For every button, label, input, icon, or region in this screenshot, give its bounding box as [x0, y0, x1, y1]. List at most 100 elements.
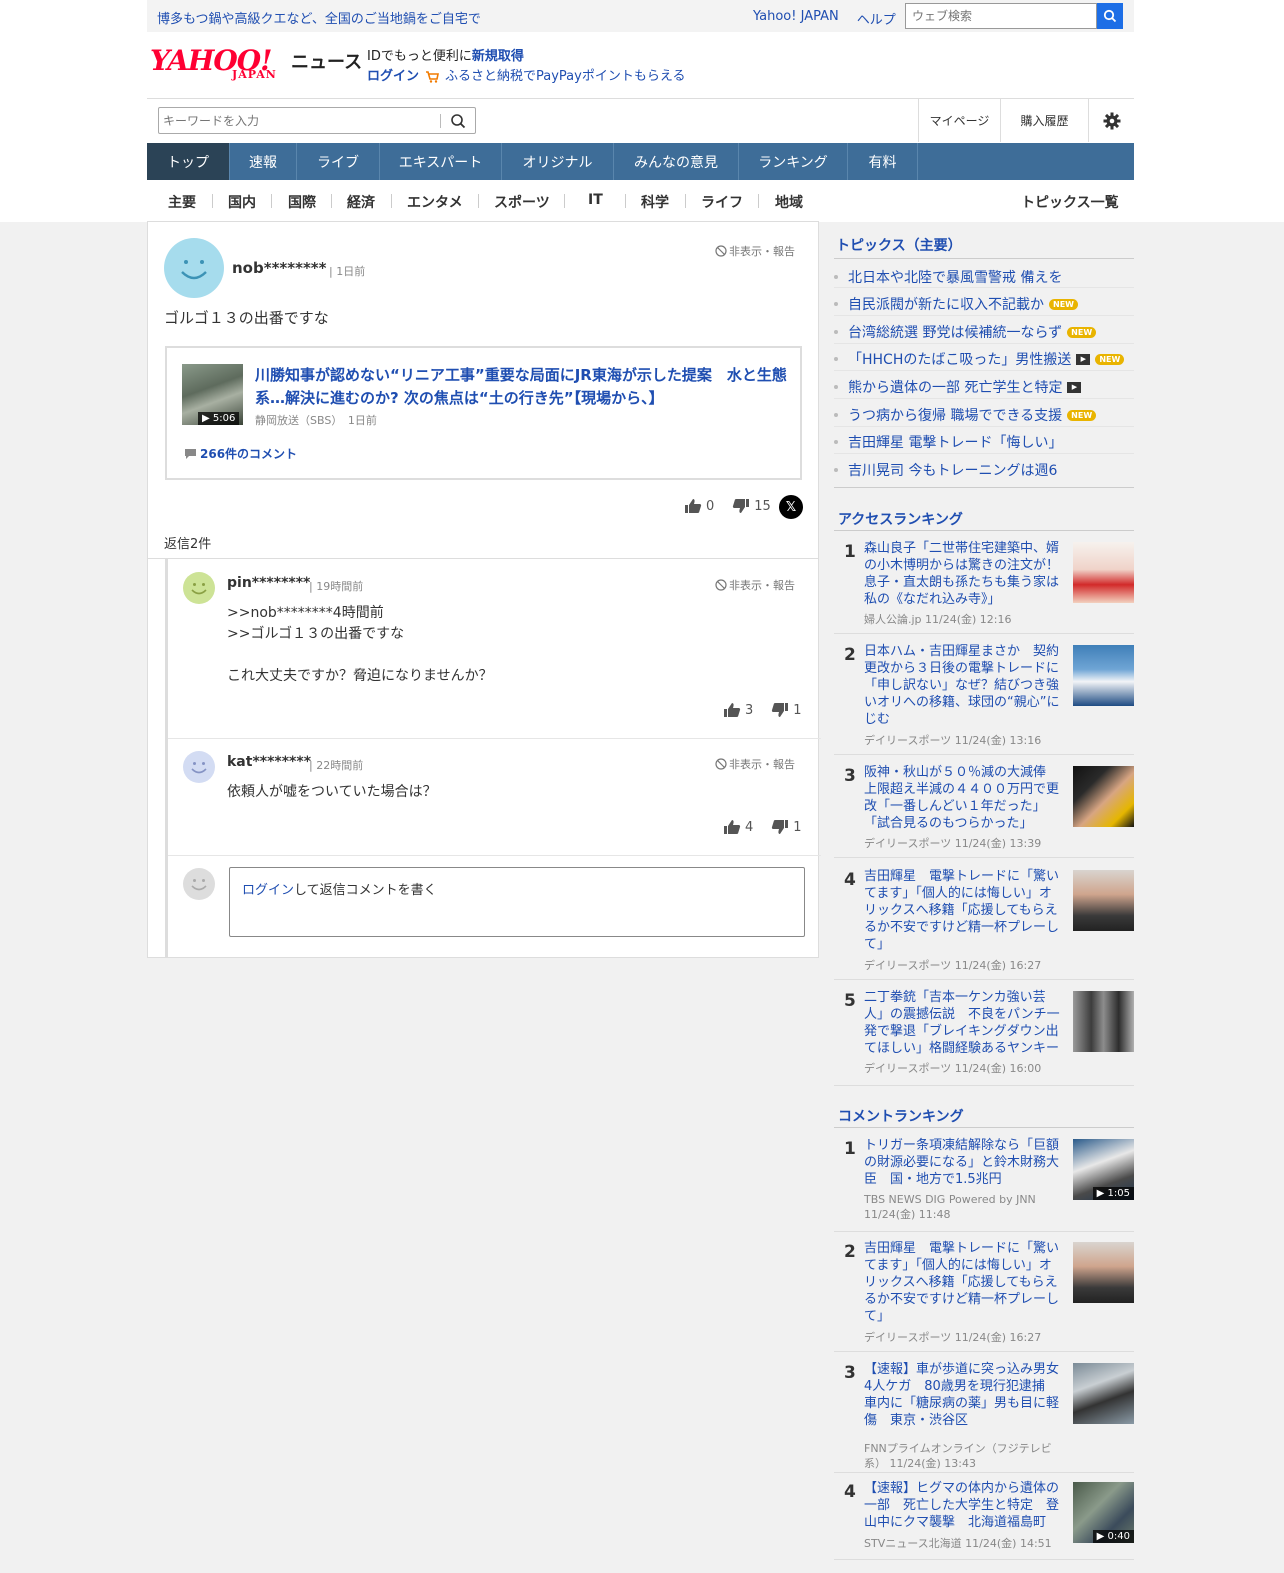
reply-avatar[interactable]: [183, 572, 215, 604]
tab-top[interactable]: トップ: [147, 143, 230, 180]
reply-username[interactable]: kat********: [227, 754, 311, 770]
ranking-item[interactable]: 5 二丁拳銃「吉本一ケンカ強い芸人」の震撼伝説 不良をパンチ一発で撃退「ブレイキ…: [834, 989, 1134, 1086]
rank-number: 5: [844, 991, 856, 1011]
category-world[interactable]: 国際: [288, 192, 316, 212]
tab-original[interactable]: オリジナル: [502, 143, 614, 180]
rank-thumbnail: [1073, 542, 1134, 603]
category-local[interactable]: 地域: [775, 192, 803, 212]
logo-news-text[interactable]: ニュース: [291, 48, 362, 74]
main-nav: トップ 速報 ライブ エキスパート オリジナル みんなの意見 ランキング 有料: [147, 143, 1134, 180]
article-thumbnail[interactable]: ▶ 5:06: [182, 364, 243, 425]
yahoo-news-logo[interactable]: YAHOO! JAPAN: [150, 44, 290, 84]
article-title[interactable]: 川勝知事が認めない“リニア工事”重要な局面にJR東海が示した提案 水と生態系…解…: [255, 364, 795, 410]
category-economy[interactable]: 経済: [347, 192, 375, 212]
category-main[interactable]: 主要: [168, 192, 196, 212]
ranking-item[interactable]: 2 吉田輝星 電撃トレードに「驚いてます」「個人的には悔しい」オリックスへ移籍「…: [834, 1240, 1134, 1352]
settings-button[interactable]: [1088, 99, 1134, 142]
reply-input[interactable]: ログインして返信コメントを書く: [229, 867, 805, 937]
report-link[interactable]: 非表示・報告: [715, 243, 795, 259]
category-domestic[interactable]: 国内: [228, 192, 256, 212]
ranking-item[interactable]: 1 トリガー条項凍結解除なら「巨額の財源必要になる」と鈴木財務大臣 国・地方で1…: [834, 1137, 1134, 1232]
ranking-item[interactable]: 4 吉田輝星 電撃トレードに「驚いてます」「個人的には悔しい」オリックスへ移籍「…: [834, 868, 1134, 980]
rank-thumbnail: [1073, 645, 1134, 706]
ranking-item[interactable]: 1 森山良子「二世帯住宅建築中、婿の小木博明からは驚きの注文が！息子・直太朗も孫…: [834, 540, 1134, 634]
topic-text: 「HHCHのたばこ吸った」男性搬送: [848, 352, 1072, 368]
rank-thumbnail: ▶ 0:40: [1073, 1482, 1134, 1543]
report-label: 非表示・報告: [729, 579, 795, 592]
reply-item: pin******** | 19時間前 非表示・報告 >>nob********…: [168, 559, 821, 739]
ranking-item[interactable]: 3 【速報】車が歩道に突っ込み男女4人ケガ 80歳男を現行犯逮捕 車内に「糖尿病…: [834, 1361, 1134, 1473]
report-link[interactable]: 非表示・報告: [715, 577, 795, 593]
tab-breaking[interactable]: 速報: [230, 143, 297, 180]
login-link[interactable]: ログイン: [367, 67, 419, 87]
signup-link[interactable]: 新規取得: [472, 49, 524, 64]
category-separator: [758, 194, 759, 208]
reply-avatar[interactable]: [183, 751, 215, 783]
topic-item[interactable]: 吉田輝星 電撃トレード「悔しい」: [834, 432, 1062, 452]
tab-expert[interactable]: エキスパート: [380, 143, 502, 180]
reply-text: >>nob********4時間前 >>ゴルゴ１３の出番ですな これ大丈夫ですか…: [227, 605, 493, 684]
comment-ranking-title[interactable]: コメントランキング: [838, 1106, 964, 1126]
reply-username[interactable]: pin********: [227, 575, 310, 591]
avatar-eye: [202, 762, 205, 765]
dislike-button[interactable]: 1: [771, 702, 802, 718]
rank-number: 3: [844, 1363, 856, 1383]
yahoo-japan-link[interactable]: Yahoo! JAPAN: [753, 9, 839, 28]
topics-list-link[interactable]: トピックス一覧: [1021, 192, 1119, 212]
user-avatar[interactable]: [164, 238, 224, 298]
topic-separator: [834, 370, 1134, 371]
article-card[interactable]: ▶ 5:06 川勝知事が認めない“リニア工事”重要な局面にJR東海が示した提案 …: [165, 346, 802, 480]
topic-item[interactable]: うつ病から復帰 職場でできる支援 NEW: [834, 405, 1097, 425]
tab-ranking[interactable]: ランキング: [739, 143, 848, 180]
keyword-search-input[interactable]: [163, 112, 433, 130]
report-link[interactable]: 非表示・報告: [715, 756, 795, 772]
topic-item[interactable]: 北日本や北陸で暴風雪警戒 備えを: [834, 267, 1062, 287]
dislike-button[interactable]: 1: [771, 819, 802, 835]
web-search-input[interactable]: [905, 3, 1097, 29]
category-it[interactable]: IT: [588, 192, 603, 208]
top-links: Yahoo! JAPAN ヘルプ: [753, 9, 896, 28]
rank-source: デイリースポーツ 11/24(金) 13:39: [864, 837, 1042, 850]
like-button[interactable]: 0: [684, 498, 714, 514]
topics-title[interactable]: トピックス（主要）: [836, 235, 962, 255]
video-duration: ▶ 0:40: [1092, 1530, 1134, 1543]
ranking-item[interactable]: 2 日本ハム・吉田輝星まさか 契約更改から３日後の電撃トレードに「申し訳ない」な…: [834, 643, 1134, 755]
like-button[interactable]: 4: [723, 819, 753, 835]
purchase-history-link[interactable]: 購入履歴: [1000, 99, 1088, 142]
category-sports[interactable]: スポーツ: [494, 192, 550, 212]
web-search-button[interactable]: [1097, 3, 1123, 29]
ranking-item[interactable]: 3 阪神・秋山が５０％減の大減俸 上限超え半減の４４００万円で更改「一番しんどい…: [834, 764, 1134, 858]
reply-login-link[interactable]: ログイン: [242, 883, 294, 898]
mypage-link[interactable]: マイページ: [918, 99, 1000, 142]
topic-item[interactable]: 自民派閥が新たに収入不記載か NEW: [834, 294, 1078, 314]
furusato-link[interactable]: ふるさと納税でPayPayポイントもらえる: [445, 67, 685, 87]
topic-item[interactable]: 「HHCHのたばこ吸った」男性搬送 ▶ NEW: [834, 349, 1125, 369]
block-icon: [715, 758, 727, 770]
comment-time-text: 1日前: [336, 265, 366, 278]
bullet-icon: [834, 413, 838, 417]
help-link[interactable]: ヘルプ: [857, 9, 896, 28]
tab-live[interactable]: ライブ: [297, 143, 380, 180]
tab-opinions[interactable]: みんなの意見: [614, 143, 739, 180]
search-icon[interactable]: [450, 113, 466, 129]
category-life[interactable]: ライフ: [701, 192, 743, 212]
dislike-button[interactable]: 15: [732, 498, 771, 514]
category-entertainment[interactable]: エンタメ: [407, 192, 463, 212]
tab-paid[interactable]: 有料: [848, 143, 918, 180]
like-button[interactable]: 3: [723, 702, 753, 718]
rank-thumbnail: [1073, 991, 1134, 1052]
topic-separator: [834, 398, 1134, 399]
promo-link[interactable]: 博多もつ鍋や高級クエなど、全国のご当地鍋をご自宅で: [157, 8, 481, 27]
topic-item[interactable]: 吉川晃司 今もトレーニングは週6: [834, 460, 1057, 480]
comment-username[interactable]: nob********: [232, 259, 326, 277]
category-separator: [478, 194, 479, 208]
article-comments-link[interactable]: 266件のコメント: [184, 445, 297, 462]
topic-item[interactable]: 熊から遺体の一部 死亡学生と特定 ▶: [834, 377, 1082, 397]
ranking-item[interactable]: 4 【速報】ヒグマの体内から遺体の一部 死亡した大学生と特定 登山中にクマ襲撃 …: [834, 1480, 1134, 1560]
share-x-button[interactable]: 𝕏: [779, 495, 803, 519]
thumbs-down-icon: [772, 703, 789, 717]
category-science[interactable]: 科学: [641, 192, 669, 212]
topic-item[interactable]: 台湾総統選 野党は候補統一ならず NEW: [834, 322, 1097, 342]
dislike-count: 1: [793, 702, 802, 718]
access-ranking-title[interactable]: アクセスランキング: [838, 509, 963, 529]
